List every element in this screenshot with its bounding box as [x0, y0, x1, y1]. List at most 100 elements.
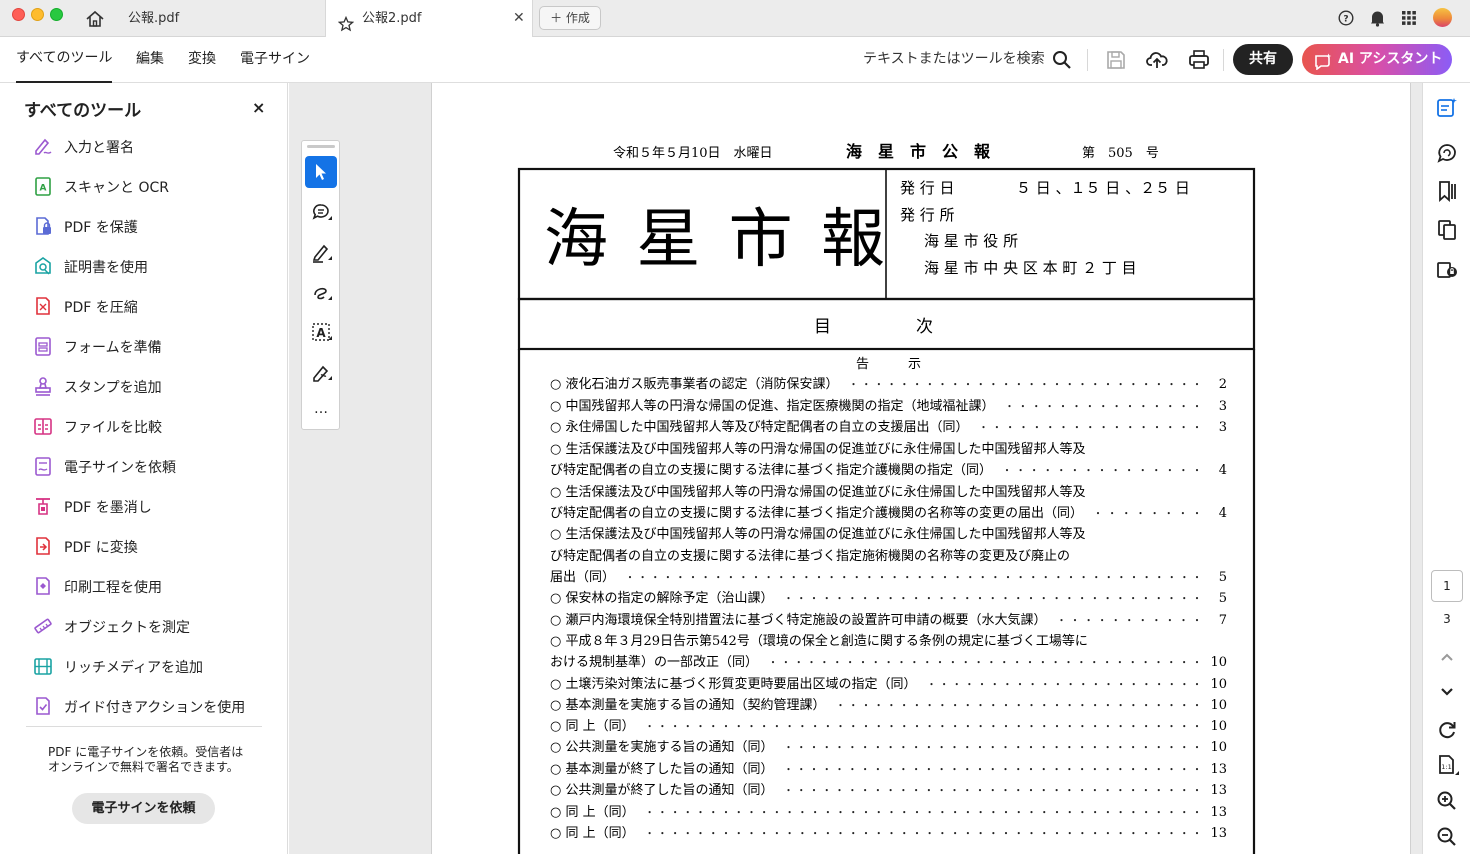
toc-page-number: 5: [1219, 591, 1227, 606]
zoom-window-button[interactable]: [50, 8, 63, 21]
toc-leader-dots: ・・・・・・・・・・・・・・・・・・・・・・・・・・・・・・・・・: [783, 743, 1202, 754]
close-window-button[interactable]: [12, 8, 25, 21]
request-esign-button[interactable]: 電子サインを依頼: [72, 793, 215, 824]
tab-label: 公報.pdf: [128, 11, 180, 26]
zoom-in-icon[interactable]: [1435, 789, 1459, 813]
avatar[interactable]: [1433, 8, 1452, 27]
share-button[interactable]: 共有: [1233, 44, 1293, 75]
toc-page-number: 4: [1219, 463, 1227, 478]
tool-item[interactable]: 証明書を使用: [32, 253, 272, 281]
tool-label: PDF を保護: [64, 220, 138, 236]
fill-sign-icon: [32, 135, 54, 157]
close-panel-button[interactable]: ×: [252, 99, 265, 117]
redact-icon: [32, 495, 54, 517]
main-toolbar: すべてのツール 編集 変換 電子サイン テキストまたはツールを検索 共有 AI …: [0, 37, 1470, 83]
toc-leader-dots: ・・・・・・・・・・・・・・・・・・・・・・・・・・・・・・・・・: [783, 594, 1202, 605]
toc-page-number: 13: [1210, 783, 1227, 798]
tool-label: ファイルを比較: [64, 420, 162, 436]
publisher-name: 海 星 市 役 所: [924, 232, 1018, 250]
highlight-tool[interactable]: [305, 236, 337, 268]
toc-entry: び特定配偶者の自立の支援に関する法律に基づく指定介護機関の指定（同）: [550, 462, 992, 478]
menu-edit[interactable]: 編集: [136, 37, 164, 83]
request-esign-icon: [32, 455, 54, 477]
tool-item[interactable]: 入力と署名: [32, 133, 272, 161]
protect-pdf-icon: [32, 215, 54, 237]
star-icon[interactable]: [337, 10, 355, 32]
tool-label: スタンプを追加: [64, 380, 162, 396]
current-page-input[interactable]: 1: [1431, 570, 1463, 602]
tool-item[interactable]: ファイルを比較: [32, 413, 272, 441]
toc-leader-dots: ・・・・・・・・・・・・・・・・・・・・・・・・・・・・・・・・・: [783, 765, 1202, 776]
toc-page-number: 10: [1210, 719, 1227, 734]
home-icon[interactable]: [85, 9, 105, 29]
page-thumbnails-icon[interactable]: [1435, 218, 1459, 242]
tool-item[interactable]: PDF に変換: [32, 533, 272, 561]
menu-esign[interactable]: 電子サイン: [240, 37, 310, 83]
tool-item[interactable]: ガイド付きアクションを使用: [32, 693, 272, 721]
cloud-upload-icon[interactable]: [1145, 48, 1169, 72]
draw-tool[interactable]: [305, 276, 337, 308]
more-tools-button[interactable]: …: [305, 396, 337, 428]
tab-kouhou2[interactable]: 公報2.pdf ✕: [325, 0, 533, 37]
tool-item[interactable]: オブジェクトを測定: [32, 613, 272, 641]
panel-title: すべてのツール: [24, 101, 142, 121]
comment-tool[interactable]: [305, 196, 337, 228]
table-of-contents: ○ 液化石油ガス販売事業者の認定（消防保安課） ・・・・・・・・・・・・・・・・・…: [550, 376, 1227, 841]
save-icon[interactable]: [1104, 48, 1128, 72]
search-input[interactable]: テキストまたはツールを検索: [863, 37, 1045, 81]
close-tab-icon[interactable]: ✕: [513, 0, 525, 37]
fit-page-icon[interactable]: 1:1: [1435, 753, 1459, 777]
security-info-icon[interactable]: [1435, 257, 1459, 281]
ai-summary-icon[interactable]: [1435, 96, 1459, 120]
toc-page-number: 13: [1210, 805, 1227, 820]
convert-pdf-icon: [32, 535, 54, 557]
print-icon[interactable]: [1187, 48, 1211, 72]
toc-entry: ○ 土壌汚染対策法に基づく形質変更時要届出区域の指定（同）: [550, 676, 916, 692]
search-icon[interactable]: [1050, 48, 1074, 72]
comments-panel-icon[interactable]: [1435, 141, 1459, 165]
tool-label: 印刷工程を使用: [64, 580, 162, 596]
tool-label: オブジェクトを測定: [64, 620, 190, 636]
toc-entry: 届出（同）: [550, 570, 615, 585]
new-tab-button[interactable]: ＋ 作成: [539, 6, 601, 30]
toc-entry: ○ 永住帰国した中国残留邦人等及び特定配偶者の自立の支援届出（同）: [550, 419, 968, 435]
bookmarks-icon[interactable]: [1435, 179, 1459, 203]
toc-page-number: 3: [1219, 420, 1227, 435]
tool-item[interactable]: スタンプを追加: [32, 373, 272, 401]
zoom-out-icon[interactable]: [1435, 825, 1459, 849]
menu-convert[interactable]: 変換: [188, 37, 216, 83]
comment-icon: [312, 204, 332, 220]
toc-page-number: 10: [1210, 655, 1227, 670]
toc-page-number: 13: [1210, 826, 1227, 841]
help-icon[interactable]: ?: [1338, 10, 1354, 26]
pdf-page-content: 令和５年５月10日 水曜日 海 星 市 公 報 第 505 号 海 星 市 報 …: [517, 142, 1256, 854]
menu-all-tools[interactable]: すべてのツール: [16, 37, 113, 83]
chevron-down-icon[interactable]: [1435, 679, 1459, 703]
tool-label: PDF を圧縮: [64, 300, 138, 316]
toc-page-number: 4: [1219, 506, 1227, 521]
tool-item[interactable]: フォームを準備: [32, 333, 272, 361]
sign-tool[interactable]: [305, 356, 337, 388]
toc-entry: ○ 基本測量を実施する旨の通知（契約管理課）: [550, 697, 825, 713]
toc-entry: び特定配偶者の自立の支援に関する法律に基づく指定施術機関の名称等の変更及び廃止の: [550, 548, 1070, 564]
toc-leader-dots: ・・・・・・・・・・・・・・・・・・・・・・・・・・・・・・・・・・: [768, 658, 1202, 669]
tool-item[interactable]: PDF を保護: [32, 213, 272, 241]
minimize-window-button[interactable]: [31, 8, 44, 21]
tab-kouhou[interactable]: 公報.pdf: [112, 0, 317, 37]
tool-item[interactable]: 電子サインを依頼: [32, 453, 272, 481]
tool-item[interactable]: A スキャンと OCR: [32, 173, 272, 201]
select-tool[interactable]: [305, 156, 337, 188]
rotate-icon[interactable]: [1435, 718, 1459, 742]
chevron-up-icon[interactable]: [1435, 645, 1459, 669]
toc-page-number: 5: [1219, 570, 1227, 585]
text-select-tool[interactable]: A: [305, 316, 337, 348]
tool-item[interactable]: 印刷工程を使用: [32, 573, 272, 601]
tool-item[interactable]: リッチメディアを追加: [32, 653, 272, 681]
tool-item[interactable]: PDF を墨消し: [32, 493, 272, 521]
ai-assistant-button[interactable]: AI アシスタント: [1302, 44, 1452, 75]
apps-grid-icon[interactable]: [1401, 10, 1417, 26]
tool-item[interactable]: PDF を圧縮: [32, 293, 272, 321]
toc-page-number: 13: [1210, 762, 1227, 777]
drag-handle[interactable]: [307, 145, 335, 148]
notifications-icon[interactable]: [1369, 9, 1386, 27]
